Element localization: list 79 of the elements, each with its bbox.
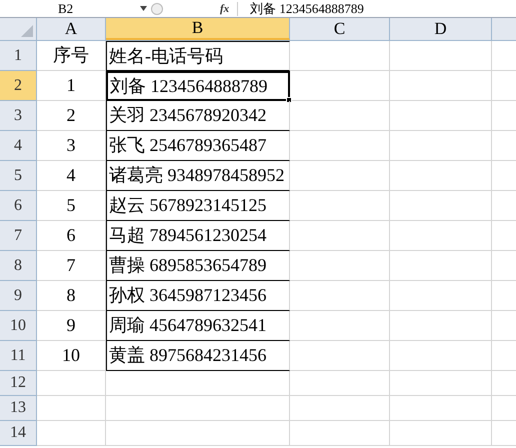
grid-cell[interactable] — [390, 221, 492, 251]
grid-cell[interactable] — [290, 421, 390, 446]
table-cell[interactable]: 8 — [37, 281, 106, 311]
table-cell[interactable]: 姓名-电话号码 — [106, 41, 290, 71]
row-header[interactable]: 14 — [0, 421, 37, 446]
corner-triangle-icon — [21, 25, 33, 37]
table-cell[interactable]: 周瑜 4564789632541 — [106, 311, 290, 341]
grid-cell[interactable] — [290, 281, 390, 311]
grid-cell[interactable] — [290, 341, 390, 371]
insert-function-button[interactable]: fx — [218, 2, 238, 16]
grid-cell[interactable] — [290, 191, 390, 221]
grid-cell[interactable] — [390, 131, 492, 161]
table-cell[interactable]: 1 — [37, 71, 106, 101]
name-box[interactable]: B2 — [0, 0, 120, 17]
table-cell[interactable]: 曹操 6895853654789 — [106, 251, 290, 281]
row-header[interactable]: 9 — [0, 281, 37, 311]
grid-cell[interactable] — [290, 371, 390, 396]
grid-cell[interactable] — [290, 251, 390, 281]
grid-cell[interactable] — [290, 396, 390, 421]
grid-cell[interactable] — [390, 311, 492, 341]
table-cell[interactable]: 诸葛亮 9348978458952 — [106, 161, 290, 191]
row-header[interactable]: 6 — [0, 191, 37, 221]
table-cell[interactable]: 关羽 2345678920342 — [106, 101, 290, 131]
grid-cell[interactable] — [390, 281, 492, 311]
grid-cell[interactable] — [390, 341, 492, 371]
table-cell[interactable]: 黄盖 8975684231456 — [106, 341, 290, 371]
formula-field[interactable]: 刘备 1234564888789 — [250, 0, 364, 17]
grid-cell[interactable] — [390, 161, 492, 191]
grid-cell[interactable] — [390, 101, 492, 131]
table-cell[interactable]: 4 — [37, 161, 106, 191]
grid-cell[interactable] — [390, 371, 492, 396]
table-cell[interactable]: 刘备 1234564888789 — [106, 71, 290, 101]
grid-cell[interactable] — [290, 311, 390, 341]
grid-cell[interactable] — [290, 161, 390, 191]
grid-cell[interactable] — [37, 396, 106, 421]
grid-cell[interactable] — [106, 396, 290, 421]
fill-handle[interactable] — [286, 97, 292, 103]
grid-cell[interactable] — [390, 396, 492, 421]
row-header[interactable]: 11 — [0, 341, 37, 371]
table-cell[interactable]: 3 — [37, 131, 106, 161]
row-header[interactable]: 13 — [0, 396, 37, 421]
grid-cell[interactable] — [290, 221, 390, 251]
table-cell[interactable]: 张飞 2546789365487 — [106, 131, 290, 161]
row-header[interactable]: 2 — [0, 71, 37, 101]
column-header[interactable]: B — [106, 18, 290, 40]
row-header[interactable]: 8 — [0, 251, 37, 281]
grid-cell[interactable] — [106, 371, 290, 396]
row-header[interactable]: 5 — [0, 161, 37, 191]
table-cell[interactable]: 10 — [37, 341, 106, 371]
grid-cell[interactable] — [106, 421, 290, 446]
grid-cell[interactable] — [390, 71, 492, 101]
table-cell[interactable]: 9 — [37, 311, 106, 341]
grid-cell[interactable] — [290, 41, 390, 71]
column-header[interactable]: D — [390, 18, 492, 40]
grid-cell[interactable] — [390, 421, 492, 446]
column-header[interactable]: C — [290, 18, 390, 40]
row-header[interactable]: 4 — [0, 131, 37, 161]
grid-cell[interactable] — [290, 131, 390, 161]
row-header[interactable]: 3 — [0, 101, 37, 131]
dropdown-arrow-icon[interactable] — [140, 6, 147, 11]
grid-cell[interactable] — [390, 251, 492, 281]
grid-cell[interactable] — [390, 191, 492, 221]
row-header[interactable]: 1 — [0, 41, 37, 71]
grid-cell[interactable] — [390, 41, 492, 71]
grid-cell[interactable] — [290, 71, 390, 101]
table-cell[interactable]: 2 — [37, 101, 106, 131]
grid-cell[interactable] — [37, 421, 106, 446]
table-cell[interactable]: 7 — [37, 251, 106, 281]
row-header[interactable]: 7 — [0, 221, 37, 251]
grid-cell[interactable] — [290, 101, 390, 131]
table-cell[interactable]: 孙权 3645987123456 — [106, 281, 290, 311]
table-cell[interactable]: 序号 — [37, 41, 106, 71]
table-cell[interactable]: 5 — [37, 191, 106, 221]
grid-cell[interactable] — [37, 371, 106, 396]
row-header[interactable]: 12 — [0, 371, 37, 396]
table-cell[interactable]: 赵云 5678923145125 — [106, 191, 290, 221]
table-cell[interactable]: 6 — [37, 221, 106, 251]
row-header[interactable]: 10 — [0, 311, 37, 341]
table-cell[interactable]: 马超 7894561230254 — [106, 221, 290, 251]
